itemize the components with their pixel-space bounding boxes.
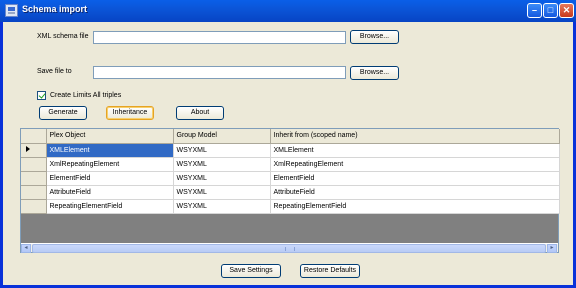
current-row-arrow-icon bbox=[26, 146, 30, 152]
row-header[interactable] bbox=[21, 185, 47, 200]
generate-button[interactable]: Generate bbox=[39, 106, 87, 120]
cell-group-model[interactable]: WSYXML bbox=[173, 143, 271, 158]
cell-plex-object[interactable]: XMLElement bbox=[46, 143, 174, 158]
minimize-button[interactable]: – bbox=[527, 3, 542, 18]
browse-save-button[interactable]: Browse... bbox=[350, 66, 399, 80]
table-row[interactable]: RepeatingElementField WSYXML RepeatingEl… bbox=[21, 199, 560, 214]
close-button[interactable]: ✕ bbox=[559, 3, 574, 18]
about-button[interactable]: About bbox=[176, 106, 224, 120]
objects-grid: Plex Object Group Model Inherit from (sc… bbox=[20, 128, 560, 253]
cell-inherit-from[interactable]: XmlRepeatingElement bbox=[270, 157, 560, 172]
table-row[interactable]: XMLElement WSYXML XMLElement bbox=[21, 143, 560, 158]
save-file-input[interactable] bbox=[93, 66, 346, 79]
table-row[interactable]: ElementField WSYXML ElementField bbox=[21, 171, 560, 186]
save-settings-button[interactable]: Save Settings bbox=[221, 264, 281, 278]
cell-group-model[interactable]: WSYXML bbox=[173, 171, 271, 186]
row-header[interactable] bbox=[21, 143, 47, 158]
horizontal-scrollbar[interactable]: ◂ ▸ bbox=[21, 243, 558, 253]
scroll-left-button[interactable]: ◂ bbox=[21, 244, 31, 253]
app-icon bbox=[5, 4, 18, 17]
cell-group-model[interactable]: WSYXML bbox=[173, 185, 271, 200]
inheritance-button[interactable]: Inheritance bbox=[106, 106, 154, 120]
title-bar[interactable]: Schema import – □ ✕ bbox=[0, 0, 576, 22]
cell-inherit-from[interactable]: ElementField bbox=[270, 171, 560, 186]
create-limits-checkbox[interactable] bbox=[37, 91, 46, 100]
window-title: Schema import bbox=[22, 4, 88, 14]
table-row[interactable]: AttributeField WSYXML AttributeField bbox=[21, 185, 560, 200]
cell-group-model[interactable]: WSYXML bbox=[173, 199, 271, 214]
cell-plex-object[interactable]: XmlRepeatingElement bbox=[46, 157, 174, 172]
save-file-label: Save file to bbox=[37, 68, 72, 75]
column-header-plex-object[interactable]: Plex Object bbox=[46, 129, 174, 144]
column-header-inherit-from[interactable]: Inherit from (scoped name) bbox=[270, 129, 560, 144]
maximize-button[interactable]: □ bbox=[543, 3, 558, 18]
column-header-group-model[interactable]: Group Model bbox=[173, 129, 271, 144]
scrollbar-grip-icon bbox=[285, 247, 295, 251]
scroll-right-button[interactable]: ▸ bbox=[547, 244, 557, 253]
row-header[interactable] bbox=[21, 157, 47, 172]
table-row[interactable]: XmlRepeatingElement WSYXML XmlRepeatingE… bbox=[21, 157, 560, 172]
cell-plex-object[interactable]: AttributeField bbox=[46, 185, 174, 200]
grid-corner bbox=[21, 129, 47, 144]
browse-schema-button[interactable]: Browse... bbox=[350, 30, 399, 44]
cell-plex-object[interactable]: RepeatingElementField bbox=[46, 199, 174, 214]
row-header[interactable] bbox=[21, 199, 47, 214]
xml-schema-file-input[interactable] bbox=[93, 31, 346, 44]
schema-import-window: Schema import – □ ✕ XML schema file Brow… bbox=[0, 0, 576, 288]
create-limits-label: Create Limits All triples bbox=[50, 92, 122, 99]
cell-plex-object[interactable]: ElementField bbox=[46, 171, 174, 186]
restore-defaults-button[interactable]: Restore Defaults bbox=[300, 264, 360, 278]
row-header[interactable] bbox=[21, 171, 47, 186]
cell-inherit-from[interactable]: XMLElement bbox=[270, 143, 560, 158]
cell-group-model[interactable]: WSYXML bbox=[173, 157, 271, 172]
xml-schema-label: XML schema file bbox=[37, 33, 89, 40]
cell-inherit-from[interactable]: RepeatingElementField bbox=[270, 199, 560, 214]
scrollbar-thumb[interactable] bbox=[32, 244, 546, 253]
cell-inherit-from[interactable]: AttributeField bbox=[270, 185, 560, 200]
